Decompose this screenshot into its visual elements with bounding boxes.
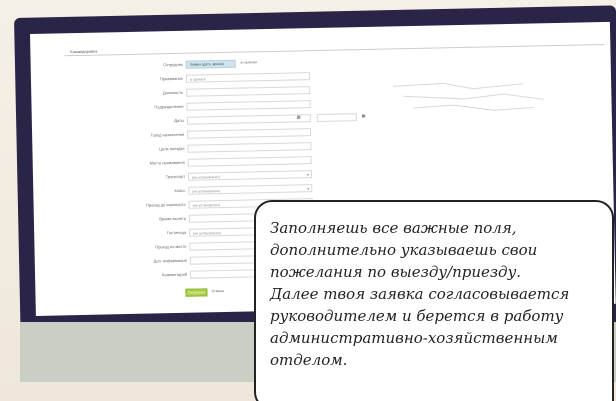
save-button[interactable]: Сохранить [185, 288, 208, 297]
breadcrumb-divider [64, 43, 605, 57]
blurred-notes-graphic [393, 82, 544, 111]
select-field[interactable]: (не установлено) [188, 184, 313, 195]
text-field[interactable] [187, 128, 312, 139]
callout-line: Далее твоя заявка согласовывается [270, 285, 570, 303]
field-label: Цель поездки [159, 145, 185, 152]
field-label: Проезд на месте [155, 243, 187, 250]
field-label: Сотрудник [163, 61, 183, 68]
field-label: Комментарий [161, 271, 188, 278]
text-field[interactable] [187, 156, 312, 167]
calendar-icon[interactable]: ▦ [297, 114, 301, 119]
field-label: Город назначения [150, 131, 185, 138]
callout-line: Заполняешь все важные поля, [270, 219, 517, 237]
field-label: Класс [174, 187, 186, 194]
field-label: Гостиница [166, 229, 187, 236]
callout-line: дополнительно указываешь свои [270, 241, 538, 259]
field-label: Даты [174, 117, 184, 123]
select-field[interactable]: (не установлено) [187, 170, 313, 181]
callout-line: пожелания по выезду/приезду. [270, 263, 522, 281]
date-to-input[interactable] [316, 113, 357, 123]
cancel-link[interactable]: Отмена [211, 289, 224, 293]
field-label: Должность [162, 89, 184, 96]
scene: Командировка Сотрудник Заявка (дата, врем… [0, 0, 616, 401]
text-field[interactable] [186, 86, 311, 97]
field-label: Время вылета [159, 215, 186, 222]
text-field[interactable]: в проекте [185, 72, 311, 83]
tab-active[interactable]: Заявка (дата, время) [185, 59, 236, 69]
tab-other[interactable]: в наличии [241, 60, 258, 64]
field-label: Доп. информация [153, 257, 187, 264]
callout-line: административно-хозяйственным [270, 329, 558, 347]
callout-line: руководителем и берется в работу [270, 307, 564, 325]
field-label: Проезд до аэропорта [145, 201, 186, 208]
field-label: Подразделение [154, 103, 184, 110]
field-label: Транспорт [165, 173, 186, 180]
date-from-input[interactable] [186, 114, 311, 125]
callout-text: Заполняешь все важные поля, дополнительн… [270, 217, 610, 371]
text-field[interactable] [187, 142, 312, 153]
text-field[interactable] [186, 100, 311, 111]
calendar-icon[interactable]: ▦ [362, 113, 366, 118]
field-label: Проживание [159, 75, 184, 82]
breadcrumb[interactable]: Командировка [70, 49, 97, 55]
callout-line: отделом. [270, 351, 348, 369]
field-label: Место проживания [149, 159, 185, 166]
